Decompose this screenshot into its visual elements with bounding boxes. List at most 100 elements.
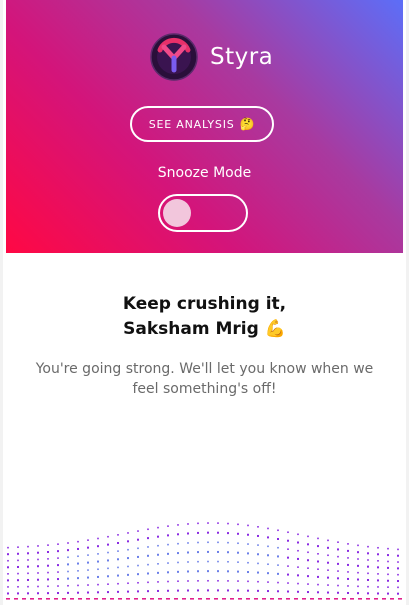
wave-dot: [137, 555, 139, 558]
wave-dot: [197, 589, 199, 592]
wave-dot: [87, 591, 89, 594]
wave-baseline-dash: [30, 598, 34, 600]
wave-dot: [157, 553, 159, 556]
wave-dot: [237, 523, 239, 526]
wave-dot: [167, 525, 169, 527]
wave-baseline-dash: [22, 598, 26, 600]
brand-name: Styra: [210, 44, 274, 70]
wave-dot: [7, 566, 9, 569]
wave-dot: [167, 571, 169, 574]
wave-dot: [357, 585, 359, 588]
wave-dot: [137, 530, 139, 532]
wave-baseline-dash: [246, 598, 250, 600]
wave-dot: [147, 528, 149, 531]
wave-dot: [337, 555, 339, 558]
wave-dot: [327, 576, 329, 579]
wave-dot: [347, 571, 349, 573]
wave-dot: [217, 570, 219, 573]
wave-dot: [357, 551, 359, 554]
wave-dot: [27, 545, 29, 548]
wave-baseline-dash: [110, 598, 114, 600]
brand: Styra: [150, 32, 273, 82]
styra-logo-icon: [150, 33, 198, 81]
wave-dot: [257, 562, 259, 565]
wave-dot: [167, 562, 169, 564]
wave-dot: [277, 529, 279, 532]
wave-dot: [397, 561, 399, 563]
snooze-mode-toggle[interactable]: [158, 194, 248, 232]
status-message: You're going strong. We'll let you know …: [35, 361, 374, 397]
wave-dot: [357, 578, 359, 581]
toggle-knob: [163, 199, 191, 227]
wave-dot: [187, 561, 189, 563]
wave-dot: [47, 578, 49, 581]
wave-dot: [97, 568, 99, 571]
dotted-wave-decoration: [6, 522, 402, 600]
wave-dot: [107, 535, 109, 538]
wave-dot: [167, 589, 169, 592]
wave-dot: [397, 592, 399, 595]
wave-dot: [27, 552, 29, 555]
wave-dot: [127, 548, 129, 551]
wave-dot: [367, 552, 369, 555]
wave-dot: [317, 545, 319, 548]
wave-baseline-dash: [310, 598, 314, 600]
wave-dot: [287, 548, 289, 550]
wave-baseline-dash: [38, 598, 42, 600]
wave-dot: [347, 585, 349, 587]
wave-dot: [297, 566, 299, 568]
wave-dot: [117, 574, 119, 577]
flexed-biceps-icon: 💪: [264, 319, 286, 339]
wave-baseline-dash: [350, 598, 354, 600]
wave-dot: [367, 565, 369, 568]
wave-dot: [247, 561, 249, 564]
wave-dot: [317, 583, 319, 586]
wave-dot: [397, 586, 399, 589]
wave-dot: [327, 591, 329, 594]
wave-dot: [137, 573, 139, 576]
wave-dot: [147, 546, 149, 548]
wave-baseline-dash: [102, 598, 106, 600]
wave-dot: [337, 562, 339, 565]
wave-dot: [67, 591, 69, 594]
wave-dot: [137, 590, 139, 593]
wave-dot: [97, 560, 99, 563]
wave-baseline-dash: [126, 598, 130, 600]
wave-dot: [107, 543, 109, 546]
wave-baseline-dash: [302, 598, 306, 600]
wave-dot: [337, 577, 339, 580]
wave-dot: [297, 541, 299, 544]
wave-dot: [277, 572, 279, 575]
wave-dot: [217, 531, 219, 534]
wave-dot: [57, 585, 59, 587]
wave-dot: [57, 543, 59, 545]
wave-dot: [87, 569, 89, 571]
wave-dot: [117, 590, 119, 593]
wave-dot: [187, 570, 189, 573]
wave-dot: [97, 545, 99, 548]
wave-dot: [187, 542, 189, 544]
wave-dot: [397, 567, 399, 570]
wave-dot: [47, 551, 49, 554]
wave-dot: [317, 560, 319, 563]
wave-dot: [7, 559, 9, 562]
see-analysis-button[interactable]: SEE ANALYSIS 🤔: [130, 106, 274, 142]
wave-dot: [137, 581, 139, 584]
wave-baseline-dash: [134, 598, 138, 600]
wave-dot: [57, 571, 59, 573]
wave-dot: [27, 565, 29, 568]
wave-dot: [77, 540, 79, 543]
wave-dot: [27, 559, 29, 561]
wave-dot: [117, 582, 119, 585]
wave-dot: [227, 580, 229, 582]
wave-dot: [167, 580, 169, 583]
wave-dot: [57, 550, 59, 553]
wave-baseline-dash: [326, 598, 330, 600]
wave-dot: [317, 575, 319, 578]
wave-dot: [127, 565, 129, 568]
wave-baseline-dash: [182, 598, 186, 600]
wave-dot: [357, 558, 359, 560]
wave-dot: [117, 541, 119, 544]
wave-dot: [7, 586, 9, 588]
wave-dot: [77, 591, 79, 594]
